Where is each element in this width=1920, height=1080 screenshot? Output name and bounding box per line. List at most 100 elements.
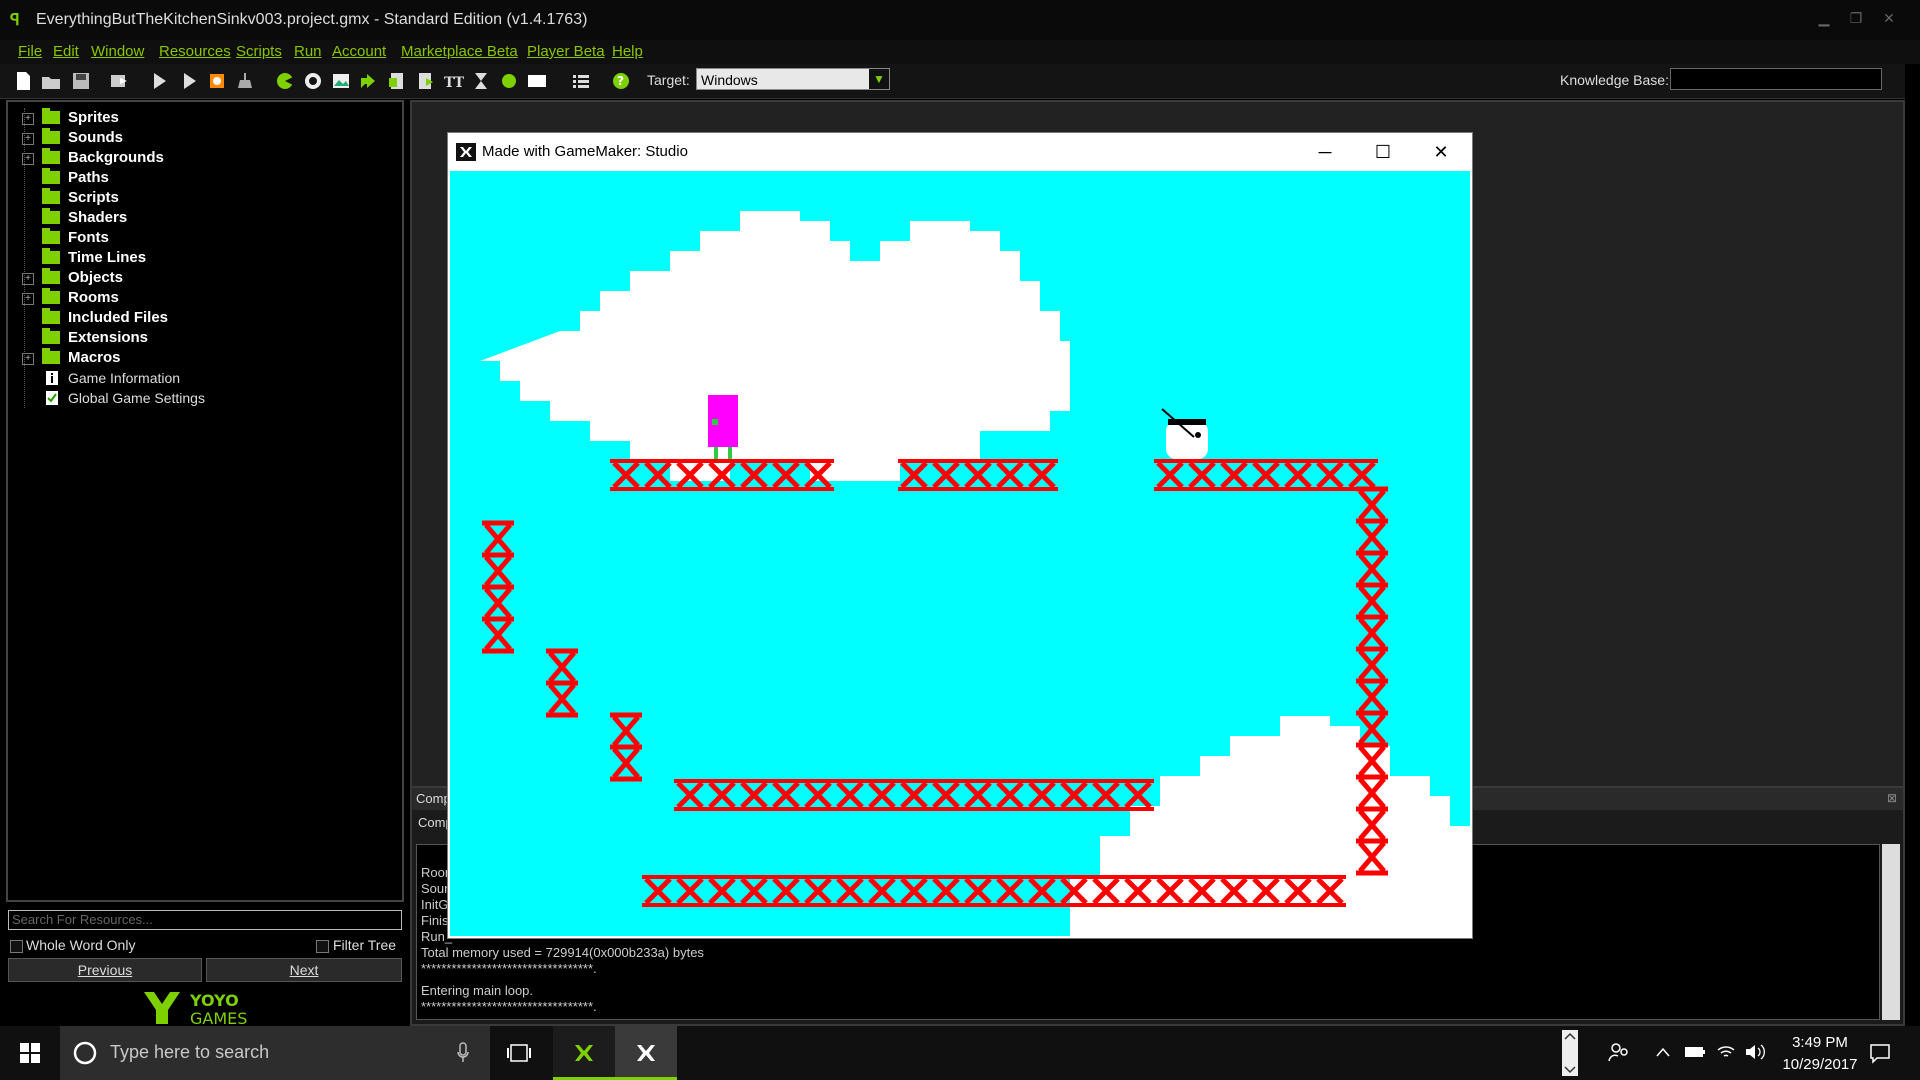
tree-item-time-lines[interactable]: Time Lines xyxy=(12,248,392,268)
help-icon[interactable]: ? xyxy=(610,70,632,92)
minimize-icon[interactable]: ─ xyxy=(1302,137,1348,167)
expand-icon[interactable]: + xyxy=(22,273,34,285)
run-icon[interactable] xyxy=(148,70,170,92)
tree-item-label: Global Game Settings xyxy=(68,390,205,406)
tree-item-included-files[interactable]: Included Files xyxy=(12,308,392,328)
maximize-icon[interactable]: ☐ xyxy=(1360,137,1406,167)
wifi-icon[interactable] xyxy=(1716,1042,1736,1062)
shader-icon[interactable] xyxy=(414,70,436,92)
open-folder-icon[interactable] xyxy=(40,70,62,92)
sprite-icon[interactable] xyxy=(274,70,296,92)
expand-icon[interactable]: + xyxy=(22,293,34,305)
girder-segment xyxy=(1356,678,1388,716)
menu-window[interactable]: Window xyxy=(91,43,144,60)
export-icon[interactable] xyxy=(108,70,130,92)
tree-item-scripts[interactable]: Scripts xyxy=(12,188,392,208)
menu-player[interactable]: Player Beta xyxy=(527,43,605,60)
chevron-down-icon[interactable]: ▼ xyxy=(869,69,889,89)
menu-resources[interactable]: Resources xyxy=(159,43,231,60)
menu-scripts[interactable]: Scripts xyxy=(236,43,282,60)
girder-segment xyxy=(900,461,928,489)
tray-scroll-icon[interactable] xyxy=(1562,1030,1578,1076)
game-settings-icon[interactable] xyxy=(570,70,592,92)
yoyo-games-logo: YOYO GAMES xyxy=(144,991,247,1026)
tree-item-game-information[interactable]: Game Information xyxy=(12,368,392,388)
expand-icon[interactable]: + xyxy=(22,133,34,145)
menu-file[interactable]: File xyxy=(18,43,42,60)
task-view-icon[interactable] xyxy=(505,1041,533,1065)
object-icon[interactable] xyxy=(498,70,520,92)
stop-icon[interactable] xyxy=(206,70,228,92)
menu-run[interactable]: Run xyxy=(294,43,322,60)
close-icon[interactable]: ⊠ xyxy=(1887,791,1897,805)
previous-button[interactable]: Previous xyxy=(8,958,202,982)
sound-icon[interactable] xyxy=(302,70,324,92)
action-center-icon[interactable] xyxy=(1868,1041,1892,1065)
tree-item-sounds[interactable]: + Sounds xyxy=(12,128,392,148)
new-file-icon[interactable] xyxy=(12,70,34,92)
menu-help[interactable]: Help xyxy=(612,43,643,60)
log-scrollbar[interactable] xyxy=(1882,844,1900,1020)
filter-tree-checkbox[interactable] xyxy=(316,940,329,953)
tree-item-label: Backgrounds xyxy=(68,149,164,166)
debug-run-icon[interactable] xyxy=(178,70,200,92)
background-icon[interactable] xyxy=(330,70,352,92)
next-button[interactable]: Next xyxy=(206,958,402,982)
girder-segment xyxy=(932,461,960,489)
girder-segment xyxy=(740,877,768,905)
menu-marketplace[interactable]: Marketplace Beta xyxy=(401,43,518,60)
close-icon[interactable]: ✕ xyxy=(1418,137,1464,167)
tree-item-fonts[interactable]: Fonts xyxy=(12,228,392,248)
expand-icon[interactable]: + xyxy=(22,113,34,125)
tree-item-backgrounds[interactable]: + Backgrounds xyxy=(12,148,392,168)
save-icon[interactable] xyxy=(70,70,92,92)
tree-item-sprites[interactable]: + Sprites xyxy=(12,108,392,128)
chevron-up-icon[interactable] xyxy=(1655,1045,1671,1059)
expand-icon[interactable]: + xyxy=(22,153,34,165)
script-icon[interactable] xyxy=(386,70,408,92)
path-icon[interactable] xyxy=(358,70,380,92)
font-icon[interactable]: TT xyxy=(442,70,464,92)
girder-beam xyxy=(642,903,1346,907)
microphone-icon[interactable] xyxy=(456,1041,470,1065)
girder-segment xyxy=(1028,461,1056,489)
compile-tab[interactable]: Comp xyxy=(416,791,451,806)
girder-segment xyxy=(1092,781,1120,809)
taskbar-app-gamemaker-ide[interactable] xyxy=(553,1026,615,1080)
battery-icon[interactable] xyxy=(1684,1044,1706,1060)
restore-icon[interactable]: ❐ xyxy=(1845,8,1867,28)
clock-time[interactable]: 3:49 PM xyxy=(1770,1034,1870,1051)
close-icon[interactable]: ✕ xyxy=(1878,8,1900,28)
game-canvas[interactable] xyxy=(450,171,1470,936)
girder-segment xyxy=(676,877,704,905)
menu-edit[interactable]: Edit xyxy=(53,43,79,60)
svg-text:?: ? xyxy=(617,74,624,88)
tree-item-paths[interactable]: Paths xyxy=(12,168,392,188)
girder-beam xyxy=(610,487,834,491)
volume-icon[interactable] xyxy=(1744,1042,1766,1062)
windows-start-icon[interactable] xyxy=(0,1026,60,1080)
whole-word-checkbox[interactable] xyxy=(10,940,23,953)
timeline-icon[interactable] xyxy=(470,70,492,92)
people-icon[interactable] xyxy=(1607,1040,1631,1064)
search-resources-input[interactable]: Search For Resources... xyxy=(8,910,402,930)
cloud-top xyxy=(480,211,1070,481)
knowledge-base-input[interactable] xyxy=(1670,68,1882,90)
room-icon[interactable] xyxy=(526,70,548,92)
tree-item-objects[interactable]: + Objects xyxy=(12,268,392,288)
minimize-icon[interactable]: ▁ xyxy=(1813,8,1835,28)
tree-item-extensions[interactable]: Extensions xyxy=(12,328,392,348)
tree-item-shaders[interactable]: Shaders xyxy=(12,208,392,228)
menu-account[interactable]: Account xyxy=(332,43,386,60)
taskbar-app-game-runner[interactable] xyxy=(615,1026,677,1080)
tree-item-macros[interactable]: + Macros xyxy=(12,348,392,368)
clean-icon[interactable] xyxy=(234,70,256,92)
clock-date[interactable]: 10/29/2017 xyxy=(1770,1056,1870,1073)
tree-item-global-game-settings[interactable]: Global Game Settings xyxy=(12,388,392,408)
tree-item-rooms[interactable]: + Rooms xyxy=(12,288,392,308)
gamemaker-icon xyxy=(456,143,476,161)
expand-icon[interactable]: + xyxy=(22,353,34,365)
girder-segment xyxy=(1028,877,1056,905)
target-select[interactable]: Windows ▼ xyxy=(696,68,890,90)
taskbar-search-box[interactable]: Type here to search xyxy=(60,1026,490,1080)
